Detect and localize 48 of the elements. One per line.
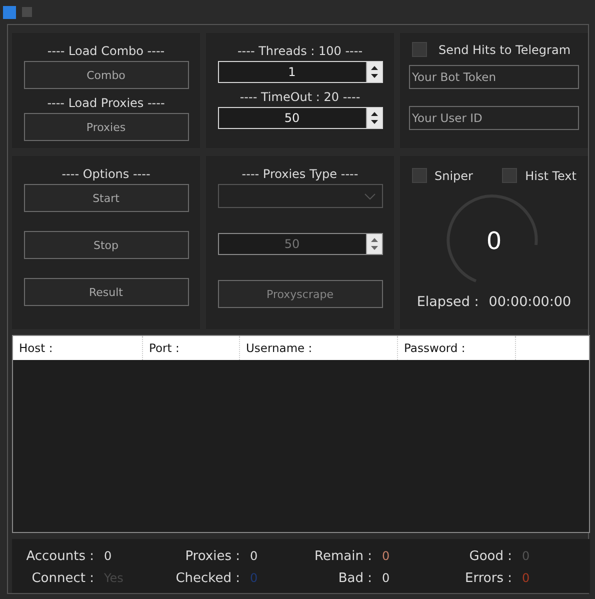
stat-value: 0 [382,549,390,563]
stat-label: Proxies : [184,548,240,564]
section-heading: ---- TimeOut : 20 ---- [240,89,360,105]
stat-value: 0 [250,571,258,585]
option-button[interactable]: Result [24,278,188,306]
user-id-field[interactable]: Your User ID [409,106,579,130]
timeout-spinner[interactable]: 50 [218,107,382,129]
stat-value: 0 [250,549,258,563]
checkbox-label: Sniper [434,168,473,182]
stat-label: Accounts : [25,548,94,564]
stat-value: 0 [382,571,390,585]
checkbox[interactable] [502,168,518,183]
checkbox[interactable] [412,168,426,183]
column-header[interactable]: Host : [13,336,143,360]
section-heading: ---- Load Proxies ---- [47,95,165,111]
column-header[interactable]: Password : [398,336,516,360]
proxy-type-dropdown[interactable] [218,184,382,208]
section-heading: ---- Options ---- [62,166,150,182]
app-icon [3,6,16,18]
spinner-arrows-icon[interactable] [366,62,382,82]
bot-token-field[interactable]: Your Bot Token [409,65,579,89]
checkbox[interactable] [412,42,426,57]
elapsed-value: 00:00:00:00 [488,294,572,310]
spinner-arrows-icon[interactable] [366,108,382,128]
checkbox-label: Send Hits to Telegram [438,42,571,56]
section-heading: ---- Threads : 100 ---- [237,43,363,59]
stat-label: Errors : [464,570,512,586]
column-header[interactable]: Port : [143,336,240,360]
stat-value: 0 [104,549,112,563]
app-icon [22,7,32,17]
threads-spinner[interactable]: 1 [218,61,382,83]
caret-icon [364,193,376,200]
checkbox-label: Hist Text [525,168,576,182]
stat-label: Connect : [30,570,94,586]
option-button[interactable]: Stop [24,231,188,259]
counter-value: 0 [486,227,502,255]
proxies-button[interactable]: Proxies [24,113,188,141]
stat-label: Bad : [337,570,372,586]
combo-button[interactable]: Combo [24,61,188,89]
option-button[interactable]: Start [24,184,188,212]
elapsed-label: Elapsed : [416,294,479,310]
stat-label: Checked : [174,570,240,586]
stat-label: Good : [468,548,512,564]
stat-label: Remain : [314,548,372,564]
stat-value: 0 [522,571,530,585]
column-header[interactable]: Username : [240,336,398,360]
section-heading: ---- Proxies Type ---- [242,166,358,182]
section-heading: ---- Load Combo ---- [47,43,165,59]
